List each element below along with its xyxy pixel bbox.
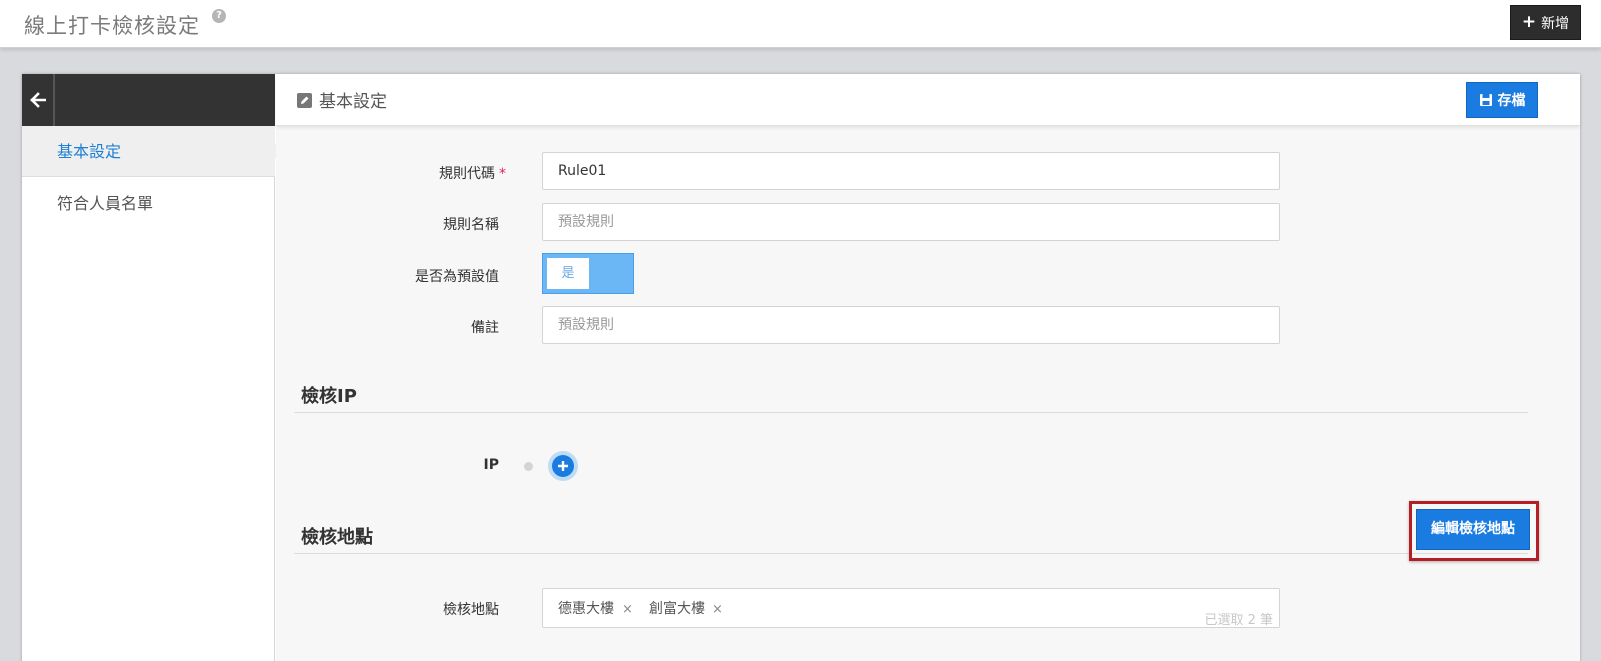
rule-name-label: 規則名稱 [443, 217, 499, 233]
add-button-label: 新增 [1541, 15, 1570, 32]
rule-name-input[interactable] [542, 203, 1280, 241]
content-header: 基本設定 存檔 [276, 74, 1580, 126]
arrow-left-icon [29, 92, 46, 108]
sidebar-item-basic-settings[interactable]: 基本設定 [22, 126, 283, 177]
location-section-heading: 檢核地點 [301, 527, 373, 548]
back-button[interactable] [22, 74, 55, 126]
selected-count: 已選取 2 筆 [1204, 613, 1273, 628]
divider [294, 553, 1528, 554]
sidebar-item-label: 基本設定 [57, 142, 122, 161]
add-button[interactable]: + 新增 [1510, 5, 1581, 40]
section-title: 基本設定 [319, 92, 387, 112]
ip-label: IP [483, 457, 499, 473]
location-tag: 創富大樓 [649, 601, 705, 617]
ip-section-heading: 檢核IP [301, 386, 357, 407]
location-tag: 德惠大樓 [558, 601, 614, 617]
edit-icon [297, 93, 312, 108]
main-panel: 基本設定 符合人員名單 基本設定 存檔 規則代碼 * Rule01 規則名稱 預… [22, 74, 1580, 661]
ip-dot [524, 462, 533, 471]
add-ip-button[interactable] [548, 451, 578, 481]
sidebar-header [22, 74, 275, 126]
toggle-knob: 是 [547, 258, 589, 289]
question-circle-icon[interactable]: ? [212, 9, 226, 23]
sidebar-item-matched-staff[interactable]: 符合人員名單 [22, 178, 275, 229]
rule-code-label-text: 規則代碼 [439, 166, 495, 182]
remove-tag-icon[interactable]: × [712, 602, 723, 617]
remark-input[interactable] [542, 306, 1280, 344]
plus-circle-icon [552, 455, 574, 477]
default-label: 是否為預設值 [415, 269, 499, 285]
content-area: 基本設定 存檔 規則代碼* 規則名稱 是否為預設值 是 備註 [276, 74, 1580, 661]
top-header: 線上打卡檢核設定 ? + 新增 [0, 0, 1601, 48]
required-mark: * [499, 166, 506, 182]
sidebar-item-label: 符合人員名單 [57, 194, 154, 213]
rule-code-input[interactable] [542, 152, 1280, 190]
edit-location-button[interactable]: 編輯檢核地點 [1416, 509, 1530, 550]
divider [294, 412, 1528, 413]
remove-tag-icon[interactable]: × [622, 602, 633, 617]
rule-code-label: 規則代碼 * [276, 163, 506, 183]
default-toggle[interactable]: 是 [542, 253, 634, 294]
floppy-disk-icon [1479, 94, 1492, 106]
page-title: 線上打卡檢核設定 [24, 14, 200, 38]
location-label: 檢核地點 [443, 602, 499, 618]
location-tag-field[interactable]: 德惠大樓 × 創富大樓 × 已選取 2 筆 [542, 588, 1280, 628]
save-button-label: 存檔 [1497, 93, 1526, 109]
sidebar: 基本設定 符合人員名單 [22, 74, 283, 661]
plus-icon: + [1521, 12, 1537, 32]
remark-label: 備註 [471, 320, 499, 336]
save-button[interactable]: 存檔 [1466, 82, 1538, 118]
